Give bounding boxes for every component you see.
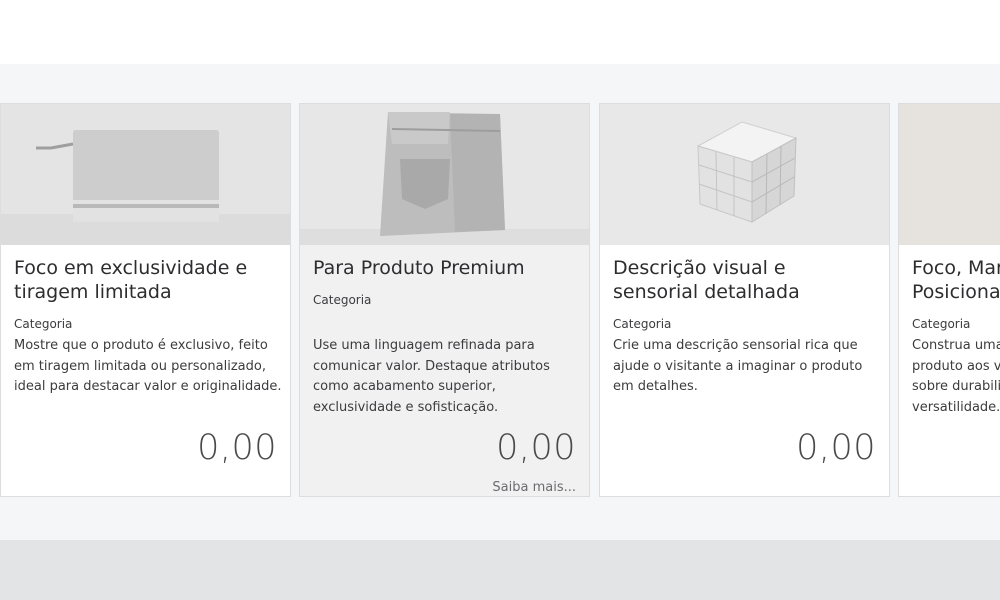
page-header-area xyxy=(0,0,1000,64)
read-more-link[interactable]: Saiba mais... xyxy=(492,480,576,495)
card-description: Use uma linguagem refinada para comunica… xyxy=(313,338,550,415)
card-title[interactable]: Foco, Mar Posiciona xyxy=(912,256,1000,304)
card-price: 0,00 xyxy=(496,428,576,468)
product-image-partial xyxy=(899,104,1000,245)
card-description: Crie uma descrição sensorial rica que aj… xyxy=(613,338,863,394)
product-image-cube xyxy=(600,104,889,245)
card-category: Categoria xyxy=(14,317,73,331)
card-category: Categoria xyxy=(912,317,971,331)
card-title[interactable]: Para Produto Premium xyxy=(313,256,568,280)
product-card[interactable]: Foco em exclusividade e tiragem limitada… xyxy=(0,103,291,497)
product-card[interactable]: Para Produto Premium Categoria Use uma l… xyxy=(299,103,590,497)
footer-strip xyxy=(0,540,1000,600)
product-card[interactable]: Foco, Mar Posiciona Categoria Construa u… xyxy=(898,103,1000,497)
card-category: Categoria xyxy=(313,293,372,307)
card-title[interactable]: Descrição visual e sensorial detalhada xyxy=(613,256,868,304)
card-category: Categoria xyxy=(613,317,672,331)
card-price: 0,00 xyxy=(796,428,876,468)
card-price: 0,00 xyxy=(197,428,277,468)
card-title[interactable]: Foco em exclusividade e tiragem limitada xyxy=(14,256,269,304)
card-description: Construa uma produto aos va sobre durabi… xyxy=(912,338,1000,415)
product-image-jeans xyxy=(300,104,589,245)
card-description: Mostre que o produto é exclusivo, feito … xyxy=(14,338,282,394)
product-image-pouch xyxy=(1,104,290,245)
product-card[interactable]: Descrição visual e sensorial detalhada C… xyxy=(599,103,890,497)
